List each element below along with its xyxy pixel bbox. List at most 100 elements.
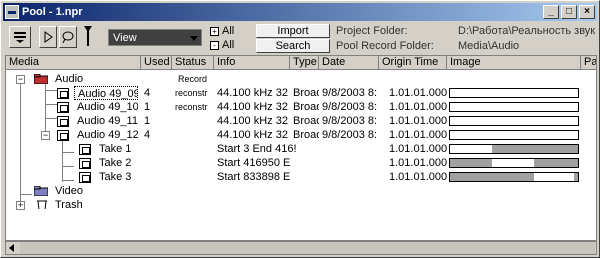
- list-icon: [14, 32, 26, 43]
- expand-all-label: All: [222, 25, 235, 37]
- type-text: Broad: [293, 115, 319, 127]
- used-count: 1: [144, 115, 151, 127]
- waveform-image: [449, 88, 579, 98]
- loop-icon: [62, 31, 74, 43]
- audio-region-icon: [79, 158, 91, 169]
- collapse-all-label: All: [222, 39, 235, 51]
- horizontal-scrollbar[interactable]: [5, 241, 597, 255]
- expand-icon[interactable]: +: [16, 201, 25, 210]
- tree-row-take-2[interactable]: Take 2 Start 416950 En 1.01.01.000: [6, 156, 596, 170]
- tree-row-audio-49-11[interactable]: Audio 49_11 1 44.100 kHz 32 Broad 9/8/20…: [6, 114, 596, 128]
- media-name: Take 3: [99, 171, 132, 183]
- tree-row-take-1[interactable]: Take 1 Start 3 End 416! 1.01.01.000: [6, 142, 596, 156]
- column-header-image[interactable]: Image: [447, 56, 581, 70]
- project-folder-label: Project Folder:: [336, 25, 408, 37]
- title-bar[interactable]: Pool - 1.npr _ □ ×: [3, 3, 597, 21]
- tree-row-trash[interactable]: + Trash: [6, 198, 596, 212]
- folder-icon: [34, 74, 48, 84]
- type-text: Broad: [293, 129, 319, 141]
- status-text: reconstr: [175, 88, 208, 98]
- media-name: Take 1: [99, 143, 132, 155]
- view-select-value: View: [113, 31, 137, 44]
- date-text: 9/8/2003 8:: [322, 129, 378, 141]
- audio-region-icon: [79, 172, 91, 183]
- audio-file-icon: [57, 88, 69, 99]
- toolbar: View + All - All Import Search Project F…: [3, 22, 597, 54]
- region-image: [449, 158, 579, 168]
- info-text: 44.100 kHz 32: [217, 129, 288, 141]
- import-button[interactable]: Import: [256, 24, 330, 38]
- column-header-path[interactable]: Path: [581, 56, 596, 70]
- folder-icon: [34, 186, 48, 196]
- window-title: Pool - 1.npr: [22, 6, 83, 18]
- info-text: Start 3 End 416!: [217, 143, 297, 155]
- info-text: 44.100 kHz 32: [217, 87, 288, 99]
- tree-row-take-3[interactable]: Take 3 Start 833898 En 1.01.01.000: [6, 170, 596, 184]
- date-text: 9/8/2003 8:: [322, 101, 378, 113]
- date-text: 9/8/2003 8:: [322, 115, 378, 127]
- loop-button[interactable]: [59, 26, 77, 48]
- collapse-icon[interactable]: −: [16, 75, 25, 84]
- media-name: Audio: [55, 73, 84, 85]
- pool-menu-button[interactable]: [9, 26, 31, 48]
- status-text: reconstr: [175, 102, 208, 112]
- tree-row-audio-49-09[interactable]: Audio 49_09 4 reconstr 44.100 kHz 32 Bro…: [6, 86, 596, 100]
- waveform-image: [449, 116, 579, 126]
- audio-file-icon: [57, 102, 69, 113]
- collapse-all-toggle[interactable]: - All: [210, 39, 234, 51]
- play-icon: [44, 31, 53, 43]
- chevron-down-icon: [190, 36, 198, 41]
- waveform-image: [449, 102, 579, 112]
- column-header-row: Media Used Status Info Type Date Origin …: [6, 56, 596, 70]
- media-name: Take 2: [99, 157, 132, 169]
- volume-slider[interactable]: [81, 26, 95, 48]
- column-header-used[interactable]: Used: [141, 56, 172, 70]
- info-text: 44.100 kHz 32: [217, 101, 288, 113]
- media-name: Audio 49_10: [77, 101, 138, 113]
- column-header-media[interactable]: Media: [6, 56, 141, 70]
- tree-row-audio-49-10[interactable]: Audio 49_10 1 reconstr 44.100 kHz 32 Bro…: [6, 100, 596, 114]
- maximize-button[interactable]: □: [561, 5, 577, 19]
- close-button[interactable]: ×: [579, 5, 595, 19]
- audio-file-icon: [57, 116, 69, 127]
- media-name: Audio 49_09: [74, 86, 138, 100]
- column-header-status[interactable]: Status: [172, 56, 214, 70]
- audio-region-icon: [79, 144, 91, 155]
- expand-all-toggle[interactable]: + All: [210, 25, 234, 37]
- info-text: Start 416950 En: [217, 157, 290, 169]
- play-button[interactable]: [39, 26, 57, 48]
- app-icon: [5, 5, 19, 19]
- scrollbar-thumb[interactable]: [20, 242, 595, 254]
- record-folder-value: Media\Audio: [458, 40, 520, 52]
- origin-time: 1.01.01.000: [389, 115, 447, 127]
- origin-time: 1.01.01.000: [389, 143, 447, 155]
- tree-row-audio-49-12[interactable]: − Audio 49_12 4 44.100 kHz 32 Broad 9/8/…: [6, 128, 596, 142]
- type-text: Broad: [293, 87, 319, 99]
- region-image: [449, 172, 579, 182]
- column-header-type[interactable]: Type: [290, 56, 319, 70]
- column-header-info[interactable]: Info: [214, 56, 290, 70]
- column-header-origin-time[interactable]: Origin Time: [379, 56, 447, 70]
- minimize-button[interactable]: _: [543, 5, 559, 19]
- pool-window: Pool - 1.npr _ □ × View + All - All Impo…: [0, 0, 600, 258]
- collapse-icon[interactable]: −: [41, 131, 50, 140]
- record-folder-label: Pool Record Folder:: [336, 40, 434, 52]
- media-name: Video: [55, 185, 83, 197]
- search-button[interactable]: Search: [256, 39, 330, 53]
- project-folder-value: D:\Работа\Реальность звука\pr: [458, 25, 595, 37]
- tree-row-video[interactable]: Video: [6, 184, 596, 198]
- type-text: Broad: [293, 101, 319, 113]
- view-select[interactable]: View: [108, 29, 202, 46]
- used-count: 4: [144, 87, 151, 99]
- used-count: 1: [144, 101, 151, 113]
- region-image: [449, 144, 579, 154]
- column-header-date[interactable]: Date: [319, 56, 379, 70]
- media-name: Audio 49_12: [77, 129, 138, 141]
- info-text: Start 833898 En: [217, 171, 290, 183]
- tree-row-audio[interactable]: − Audio Record: [6, 72, 596, 86]
- origin-time: 1.01.01.000: [389, 171, 447, 183]
- origin-time: 1.01.01.000: [389, 87, 447, 99]
- status-text: Record: [178, 74, 208, 84]
- scroll-left-icon[interactable]: [8, 244, 16, 252]
- waveform-image: [449, 130, 579, 140]
